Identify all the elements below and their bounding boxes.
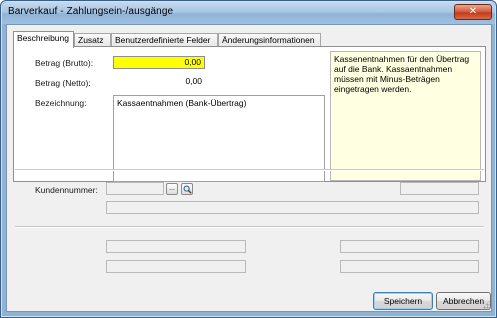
customer-search-button[interactable] — [181, 183, 193, 195]
customer-extra-field — [400, 182, 479, 195]
dialog-window: Barverkauf - Zahlungsein-/ausgänge ✕ Bes… — [0, 0, 497, 318]
tab-label: Benutzerdefinierte Felder — [115, 35, 211, 45]
tab-label: Zusatz — [78, 35, 104, 45]
close-icon: ✕ — [468, 6, 478, 17]
customer-name-field — [106, 201, 479, 214]
search-icon — [183, 185, 192, 194]
kundennummer-input[interactable] — [106, 182, 164, 195]
separator-top — [15, 169, 484, 171]
title-bar[interactable]: Barverkauf - Zahlungsein-/ausgänge ✕ — [2, 2, 495, 24]
betrag-netto-value: 0,00 — [185, 76, 202, 86]
separator-bottom — [15, 226, 484, 228]
window-title: Barverkauf - Zahlungsein-/ausgänge — [8, 6, 174, 17]
tab-aenderungsinformationen[interactable]: Änderungsinformationen — [218, 33, 321, 47]
betrag-brutto-input[interactable]: 0,00 — [113, 56, 205, 69]
info-field-left-1 — [106, 240, 246, 253]
info-field-right-2 — [340, 260, 479, 273]
dialog-client-area: Beschreibung Zusatz Benutzerdefinierte F… — [6, 24, 492, 312]
tab-beschreibung[interactable]: Beschreibung — [13, 31, 74, 48]
close-button[interactable]: ✕ — [454, 4, 492, 20]
dialog-footer: Speichern Abbrechen — [7, 288, 491, 312]
tab-benutzerdefinierte-felder[interactable]: Benutzerdefinierte Felder — [111, 33, 218, 47]
tab-label: Beschreibung — [17, 33, 69, 43]
tab-panel-beschreibung: Betrag (Brutto): 0,00 Betrag (Netto): 0,… — [13, 46, 486, 182]
betrag-netto-label: Betrag (Netto): — [35, 78, 91, 88]
betrag-brutto-label: Betrag (Brutto): — [35, 58, 94, 68]
info-note: Kassenentnahmen für den Übertrag auf die… — [330, 51, 481, 181]
bezeichnung-label: Bezeichnung: — [35, 98, 87, 108]
ellipsis-icon: ... — [169, 185, 175, 192]
info-field-left-2 — [106, 260, 246, 273]
tab-label: Änderungsinformationen — [222, 35, 315, 45]
save-button[interactable]: Speichern — [373, 292, 433, 310]
info-field-right-1 — [340, 240, 479, 253]
tab-zusatz[interactable]: Zusatz — [74, 33, 111, 47]
kundennummer-label: Kundennummer: — [35, 185, 98, 195]
browse-button[interactable]: ... — [166, 183, 178, 195]
